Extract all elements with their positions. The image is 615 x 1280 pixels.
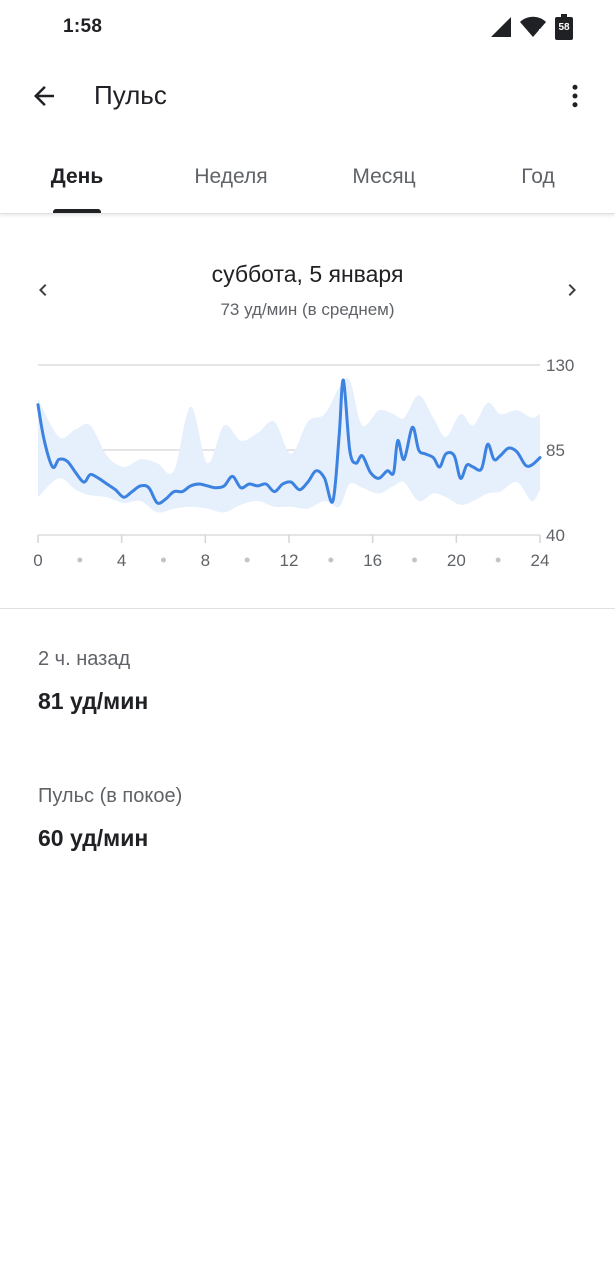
chart-x-tick-label: 8	[201, 551, 210, 570]
resting-heart-rate-value: 60 уд/мин	[38, 825, 149, 851]
chart-y-tick-label: 40	[546, 526, 565, 545]
heart-rate-chart-svg: 130 85 40 0 4 8 12 16 20 24	[33, 356, 574, 570]
chart-x-minor-dot	[161, 557, 166, 563]
chart-x-tick-label: 20	[447, 551, 466, 570]
chart-x-minor-dot	[495, 557, 501, 563]
wifi-icon	[520, 16, 546, 37]
page-title: Пульс	[94, 80, 167, 110]
resting-heart-rate-label: Пульс (в покое)	[38, 785, 183, 807]
more-options-button[interactable]	[549, 70, 601, 122]
chart-x-tick-label: 0	[33, 551, 42, 570]
tab-month[interactable]: Месяц	[324, 140, 444, 214]
average-heart-rate: 73 уд/мин (в среднем)	[220, 300, 395, 319]
arrow-back-icon	[34, 86, 54, 106]
chart-x-minor-dot	[244, 557, 250, 563]
tab-week[interactable]: Неделя	[166, 140, 296, 214]
chart-y-tick-label: 130	[546, 356, 574, 375]
tab-year[interactable]: Год	[488, 140, 588, 214]
chart-x-tick-label: 12	[280, 551, 299, 570]
next-day-button[interactable]	[552, 270, 592, 310]
status-icons: 58	[489, 14, 573, 40]
chart-x-minor-dot	[412, 557, 417, 563]
back-button[interactable]	[18, 70, 70, 122]
chart-x-tick-label: 24	[531, 551, 550, 570]
chart-y-tick-label: 85	[546, 441, 565, 460]
chart-x-minor-dot	[328, 557, 334, 563]
divider	[0, 608, 615, 609]
battery-level: 58	[558, 22, 570, 33]
tab-day[interactable]: День	[27, 140, 127, 214]
chart-x-tick-label: 16	[363, 551, 382, 570]
chart-x-tick-label: 4	[117, 551, 126, 570]
chart-x-minor-dot	[77, 557, 83, 563]
chevron-right-icon	[568, 284, 576, 296]
status-time: 1:58	[63, 16, 103, 37]
more-vert-icon	[572, 84, 578, 108]
heart-rate-chart[interactable]: 130 85 40 0 4 8 12 16 20 24	[0, 348, 615, 580]
date-title: суббота, 5 января	[211, 261, 404, 287]
status-bar: 1:58 58	[0, 0, 615, 56]
last-reading-time: 2 ч. назад	[38, 648, 131, 670]
period-tabs: День Неделя Месяц Год	[0, 140, 615, 214]
last-reading-value: 81 уд/мин	[38, 688, 149, 714]
app-bar: Пульс	[0, 56, 615, 136]
signal-icon	[491, 17, 511, 37]
chart-range-band	[38, 377, 540, 513]
tab-indicator	[53, 209, 101, 213]
date-header: суббота, 5 января 73 уд/мин (в среднем)	[0, 248, 615, 328]
battery-icon: 58	[555, 14, 573, 40]
